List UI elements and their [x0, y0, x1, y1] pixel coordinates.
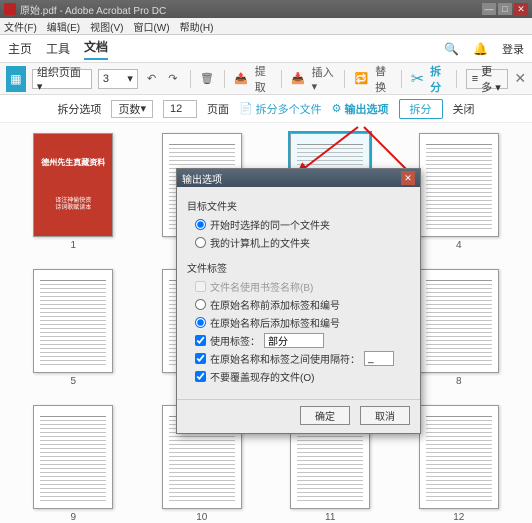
separator-text: 在原始名称和标签之间使用隔符：: [210, 351, 360, 366]
pages-label: 页面: [207, 101, 229, 117]
page-preview: [33, 269, 113, 373]
menu-help[interactable]: 帮助(H): [180, 19, 214, 34]
row-separator: 在原始名称和标签之间使用隔符：: [195, 351, 410, 366]
dialog-close[interactable]: ✕: [401, 171, 415, 185]
check-use-label[interactable]: [195, 335, 206, 346]
page-preview: [419, 405, 499, 509]
notify-icon[interactable]: 🔔: [473, 42, 488, 56]
page-number: 10: [196, 512, 207, 523]
ok-button[interactable]: 确定: [300, 406, 350, 425]
check-bookmark-name: 文件名使用书签名称(B): [195, 279, 410, 294]
tab-document[interactable]: 文档: [84, 38, 108, 60]
label-input[interactable]: [264, 333, 324, 348]
delete-icon[interactable]: 🗑: [199, 69, 214, 89]
login-link[interactable]: 登录: [502, 41, 524, 57]
dialog-title: 输出选项: [182, 171, 222, 186]
separator-input[interactable]: [364, 351, 394, 366]
tab-tools[interactable]: 工具: [46, 40, 70, 57]
tabbar: 主页 工具 文档 🔍 🔔 登录: [0, 35, 532, 63]
page-thumb[interactable]: 德州先生真藏资料 译注神偷快资 诗词歌赋读本 1: [20, 133, 127, 251]
page-thumb[interactable]: 12: [406, 405, 513, 523]
split-options-bar: 拆分选项 页数 ▾ 12 页面 📄 拆分多个文件 ⚙输出选项 拆分 关闭: [0, 95, 532, 123]
use-label-text: 使用标签：: [210, 333, 260, 348]
menu-window[interactable]: 窗口(W): [133, 19, 169, 34]
radio-label-after[interactable]: 在原始名称后添加标签和编号: [195, 315, 410, 330]
split-options-label: 拆分选项: [57, 101, 101, 117]
page-number: 4: [456, 240, 462, 251]
group-target-folder: 目标文件夹: [187, 198, 410, 213]
row-use-label: 使用标签：: [195, 333, 410, 348]
search-icon[interactable]: 🔍: [444, 42, 459, 56]
page-cover: 德州先生真藏资料 译注神偷快资 诗词歌赋读本: [33, 133, 113, 237]
page-number: 5: [70, 376, 76, 387]
cancel-button[interactable]: 取消: [360, 406, 410, 425]
gear-icon: ⚙: [332, 102, 342, 115]
organize-toolbar: ▦ 组织页面 ▾ 3▾ ↶ ↷ 🗑 📤 提取 📥 插入 ▾ 🔁 替换 ✂ 拆分 …: [0, 63, 532, 95]
menu-file[interactable]: 文件(F): [4, 19, 37, 34]
page-preview: [419, 133, 499, 237]
page-number: 8: [456, 376, 462, 387]
check-no-overwrite[interactable]: 不要覆盖现存的文件(O): [195, 369, 410, 384]
output-options-dialog: 输出选项 ✕ 目标文件夹 开始时选择的同一个文件夹 我的计算机上的文件夹 文件标…: [176, 168, 421, 434]
organize-dropdown[interactable]: 组织页面 ▾: [32, 69, 92, 89]
rotate-right-icon[interactable]: ↷: [165, 69, 180, 89]
page-preview: [419, 269, 499, 373]
page-number: 9: [70, 512, 76, 523]
close-split-button[interactable]: 关闭: [453, 101, 475, 117]
menu-edit[interactable]: 编辑(E): [47, 19, 80, 34]
page-preview: [33, 405, 113, 509]
check-separator[interactable]: [195, 353, 206, 364]
extract-button[interactable]: 提取: [255, 63, 272, 95]
page-number: 11: [325, 512, 335, 523]
page-thumb[interactable]: 8: [406, 269, 513, 387]
group-file-label: 文件标签: [187, 260, 410, 275]
window-title: 原始.pdf - Adobe Acrobat Pro DC: [20, 2, 166, 17]
page-thumb[interactable]: 9: [20, 405, 127, 523]
do-split-button[interactable]: 拆分: [399, 99, 443, 119]
output-options-link[interactable]: ⚙输出选项: [332, 101, 389, 117]
split-multiple-link[interactable]: 📄 拆分多个文件: [239, 101, 322, 117]
split-mode-dropdown[interactable]: 页数 ▾: [111, 100, 153, 118]
split-icon[interactable]: ✂: [411, 69, 424, 89]
page-thumb[interactable]: 4: [406, 133, 513, 251]
workarea: 德州先生真藏资料 译注神偷快资 诗词歌赋读本 1 2 3 4 5 6 7: [0, 123, 532, 523]
toolbar-close[interactable]: ✕: [514, 70, 526, 87]
replace-button[interactable]: 替换: [375, 63, 392, 95]
page-count-input[interactable]: 12: [163, 100, 197, 118]
app-icon: [4, 3, 16, 15]
more-button[interactable]: ≡ 更多 ▾: [466, 69, 509, 89]
window-close[interactable]: ✕: [514, 3, 528, 15]
dialog-titlebar: 输出选项 ✕: [177, 169, 420, 187]
split-button[interactable]: 拆分: [430, 63, 447, 95]
rotate-left-icon[interactable]: ↶: [144, 69, 159, 89]
window-minimize[interactable]: —: [482, 3, 496, 15]
radio-label-before[interactable]: 在原始名称前添加标签和编号: [195, 297, 410, 312]
replace-icon[interactable]: 🔁: [354, 69, 369, 89]
extract-icon[interactable]: 📤: [233, 69, 248, 89]
menu-view[interactable]: 视图(V): [90, 19, 123, 34]
tab-home[interactable]: 主页: [8, 40, 32, 57]
radio-my-computer[interactable]: 我的计算机上的文件夹: [195, 235, 410, 250]
page-number: 12: [453, 512, 464, 523]
menubar: 文件(F) 编辑(E) 视图(V) 窗口(W) 帮助(H): [0, 18, 532, 35]
page-number-field[interactable]: 3▾: [98, 69, 138, 89]
insert-icon[interactable]: 📥: [290, 69, 305, 89]
insert-button[interactable]: 插入 ▾: [312, 64, 335, 93]
window-titlebar: 原始.pdf - Adobe Acrobat Pro DC — □ ✕: [0, 0, 532, 18]
window-maximize[interactable]: □: [498, 3, 512, 15]
organize-icon[interactable]: ▦: [6, 66, 26, 92]
page-thumb[interactable]: 5: [20, 269, 127, 387]
radio-same-folder[interactable]: 开始时选择的同一个文件夹: [195, 217, 410, 232]
page-number: 1: [70, 240, 76, 251]
